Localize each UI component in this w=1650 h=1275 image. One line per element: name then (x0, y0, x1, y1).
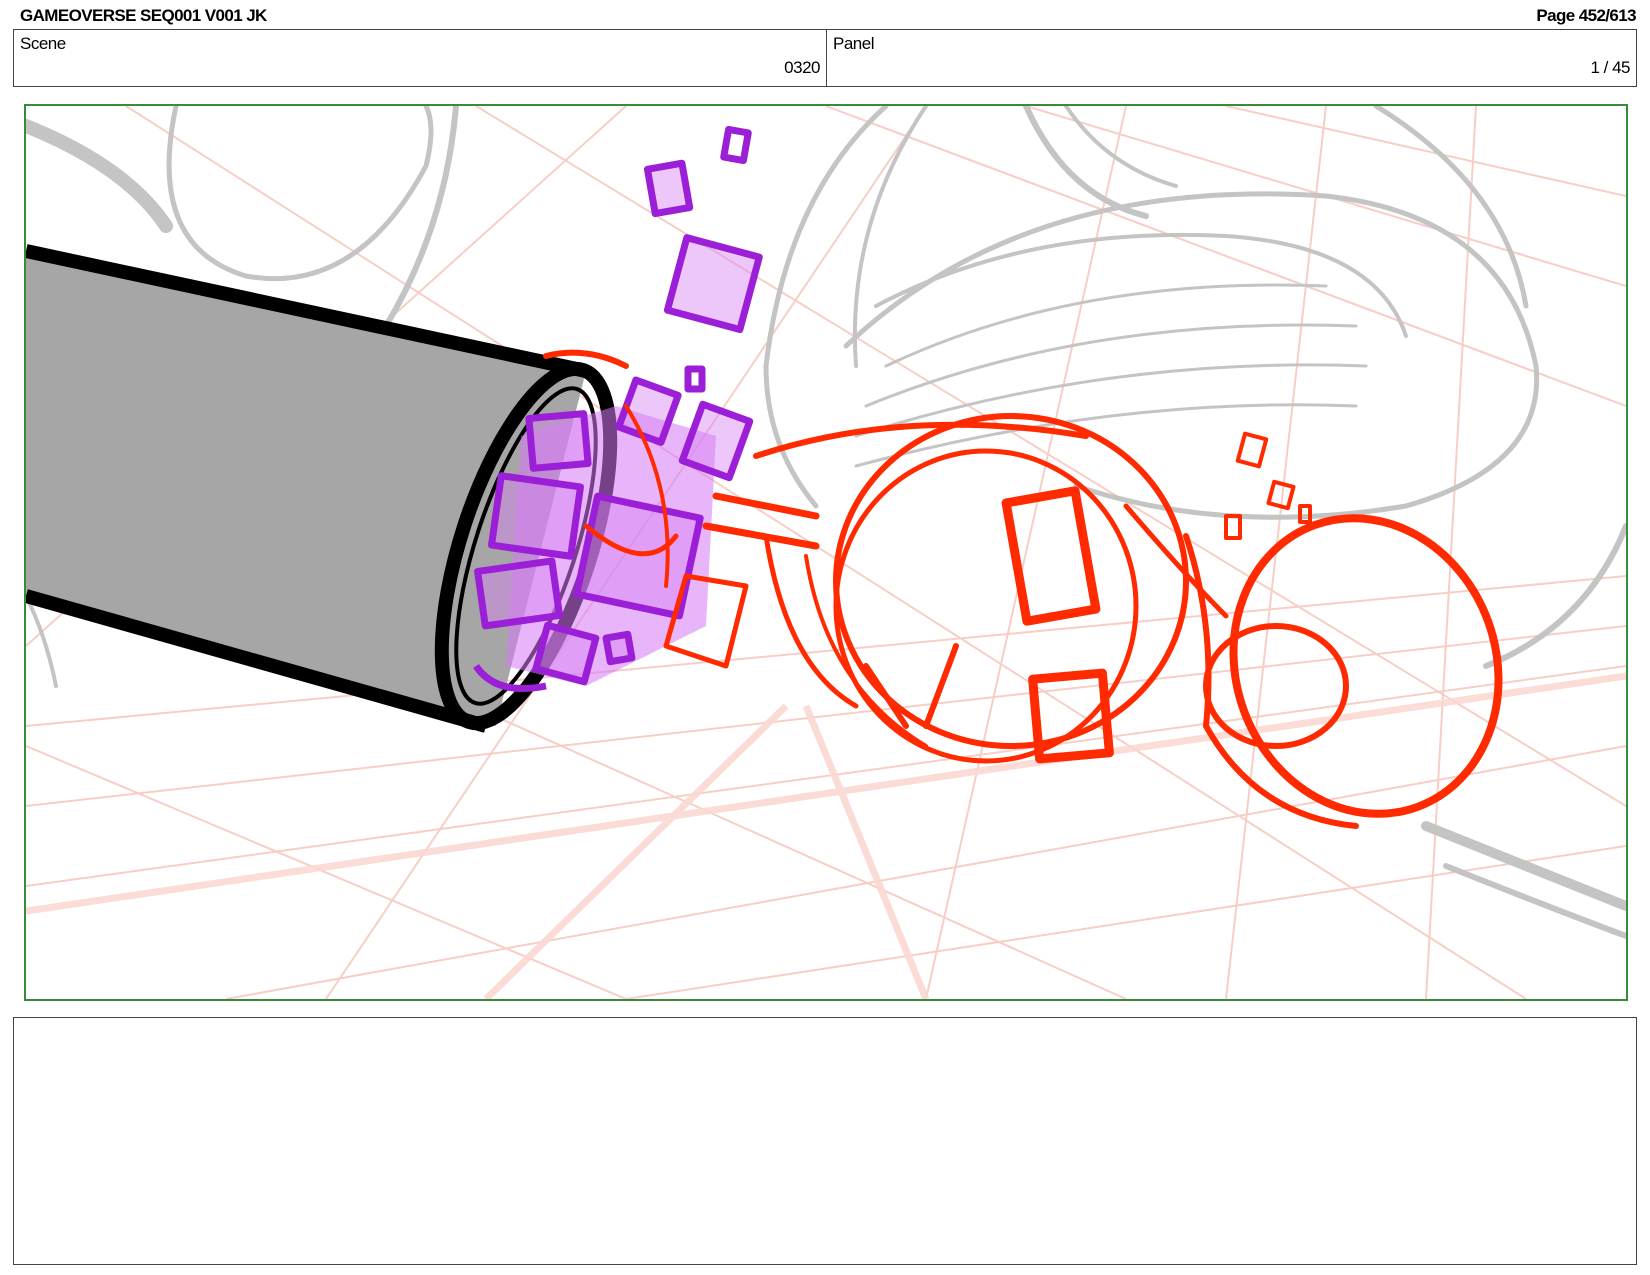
page-number: Page 452/613 (1536, 6, 1636, 25)
storyboard-panel-frame (24, 104, 1628, 1001)
panel-cell: Panel 1 / 45 (827, 30, 1636, 86)
scene-cell: Scene 0320 (14, 30, 827, 86)
storyboard-title: GAMEOVERSE SEQ001 V001 JK (20, 6, 267, 25)
panel-notes-box (13, 1017, 1637, 1265)
scene-panel-info: Scene 0320 Panel 1 / 45 (13, 29, 1637, 87)
storyboard-sketch-image (26, 106, 1626, 999)
panel-value: 1 / 45 (1590, 58, 1630, 77)
scene-value: 0320 (784, 58, 820, 77)
panel-label: Panel (833, 34, 874, 53)
scene-label: Scene (20, 34, 66, 53)
